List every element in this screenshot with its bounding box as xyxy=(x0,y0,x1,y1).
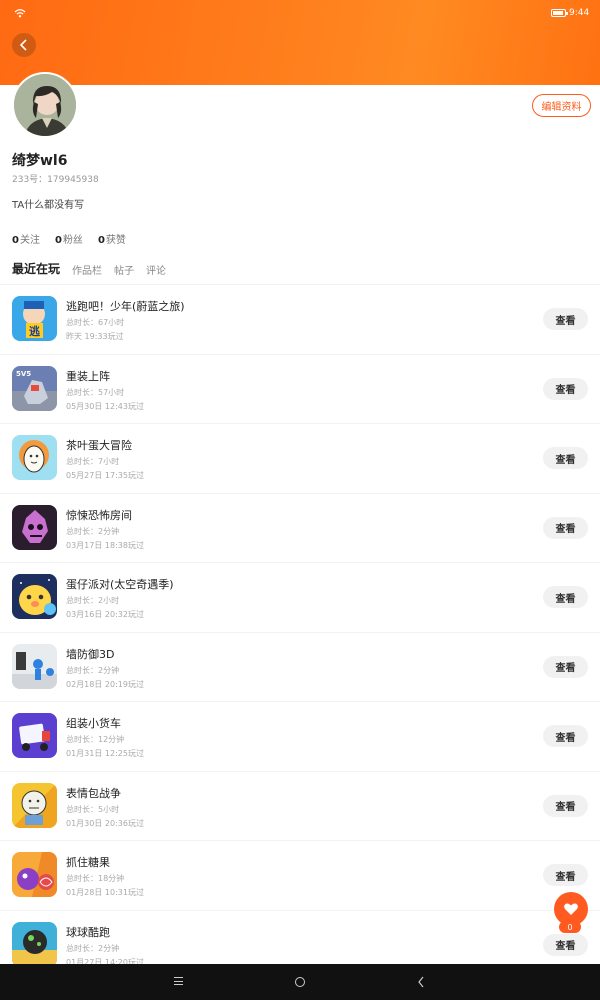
stat-followers[interactable]: 0粉丝 xyxy=(55,231,83,246)
meme-war-game-icon xyxy=(12,782,57,828)
view-button[interactable]: 查看 xyxy=(543,725,588,747)
game-duration: 总时长：2小时 xyxy=(66,596,120,605)
tab-recently-played[interactable]: 最近在玩 xyxy=(12,260,60,277)
view-button[interactable]: 查看 xyxy=(543,447,588,469)
heart-icon xyxy=(564,903,578,915)
game-row[interactable]: 组装小货车 总时长：12分钟 01月31日 12:25玩过 查看 xyxy=(0,702,600,772)
game-last-played: 昨天 19:33玩过 xyxy=(66,332,124,341)
game-duration: 总时长：5小时 xyxy=(66,804,120,814)
menu-icon[interactable] xyxy=(174,977,183,985)
game-duration: 总时长：12分钟 xyxy=(66,735,125,744)
party-game-icon xyxy=(12,574,57,619)
view-button[interactable]: 查看 xyxy=(543,516,588,539)
home-icon[interactable] xyxy=(295,977,305,987)
game-duration: 总时长：67小时 xyxy=(66,318,125,327)
game-duration: 总时长：2分钟 xyxy=(66,943,120,953)
chevron-left-icon xyxy=(19,39,27,51)
avatar-image xyxy=(14,74,76,136)
tab-posts[interactable]: 帖子 xyxy=(114,262,134,277)
game-last-played: 05月30日 12:43玩过 xyxy=(66,401,144,411)
game-title: 抓住糖果 xyxy=(66,856,110,869)
ball-run-game-icon xyxy=(12,921,57,967)
like-count: 0 xyxy=(559,921,581,933)
system-nav-bar xyxy=(0,964,600,1000)
game-row[interactable]: 茶叶蛋大冒险 总时长：7小时 05月27日 17:35玩过 查看 xyxy=(0,424,600,494)
edit-profile-button[interactable]: 编辑资料 xyxy=(532,94,591,117)
stat-likes[interactable]: 0获赞 xyxy=(98,231,126,246)
game-last-played: 01月30日 20:36玩过 xyxy=(66,818,144,828)
game-title: 茶叶蛋大冒险 xyxy=(66,439,132,452)
game-title: 表情包战争 xyxy=(66,786,121,800)
horror-game-icon xyxy=(12,504,57,550)
profile-tabs: 最近在玩 作品栏 帖子 评论 xyxy=(12,260,178,277)
game-duration: 总时长：57小时 xyxy=(66,387,125,397)
game-last-played: 01月31日 12:25玩过 xyxy=(66,749,144,758)
view-button[interactable]: 查看 xyxy=(543,864,588,886)
view-button[interactable]: 查看 xyxy=(543,377,588,400)
game-title: 重装上阵 xyxy=(66,369,110,383)
game-title: 逃跑吧！少年(蔚蓝之旅) xyxy=(66,300,185,313)
tab-works[interactable]: 作品栏 xyxy=(72,262,102,277)
tab-comments[interactable]: 评论 xyxy=(146,262,166,277)
game-duration: 总时长：18分钟 xyxy=(66,874,125,883)
game-last-played: 02月18日 20:19玩过 xyxy=(66,679,144,689)
game-title: 蛋仔派对(太空奇遇季) xyxy=(66,578,174,591)
game-row[interactable]: 逃 逃跑吧！少年(蔚蓝之旅) 总时长：67小时 昨天 19:33玩过 查看 xyxy=(0,285,600,355)
game-last-played: 05月27日 17:35玩过 xyxy=(66,471,144,480)
back-icon[interactable] xyxy=(417,976,425,988)
candy-game-icon xyxy=(12,852,57,897)
view-button[interactable]: 查看 xyxy=(543,655,588,678)
game-list: 逃 逃跑吧！少年(蔚蓝之旅) 总时长：67小时 昨天 19:33玩过 查看 5V… xyxy=(0,285,600,980)
game-row[interactable]: 惊悚恐怖房间 总时长：2分钟 03月17日 18:38玩过 查看 xyxy=(0,494,600,563)
tab-indicator xyxy=(23,21,31,23)
game-title: 球球酷跑 xyxy=(66,925,110,939)
game-title: 惊悚恐怖房间 xyxy=(66,508,132,522)
user-id: 233号：179945938 xyxy=(12,175,99,185)
game-title: 墙防御3D xyxy=(66,647,115,661)
game-duration: 总时长：2分钟 xyxy=(66,665,120,675)
wall-defense-game-icon xyxy=(12,643,57,689)
status-bar: 9:44 xyxy=(0,0,600,26)
escape-game-icon: 逃 xyxy=(12,296,57,341)
view-button[interactable]: 查看 xyxy=(543,308,588,330)
mech-game-icon: 5V5 xyxy=(12,365,57,411)
game-row[interactable]: 抓住糖果 总时长：18分钟 01月28日 10:31玩过 查看 xyxy=(0,841,600,911)
game-row[interactable]: 蛋仔派对(太空奇遇季) 总时长：2小时 03月16日 20:32玩过 查看 xyxy=(0,563,600,633)
game-row[interactable]: 5V5 重装上阵 总时长：57小时 05月30日 12:43玩过 查看 xyxy=(0,355,600,424)
game-last-played: 03月16日 20:32玩过 xyxy=(66,610,144,619)
game-row[interactable]: 表情包战争 总时长：5小时 01月30日 20:36玩过 查看 xyxy=(0,772,600,841)
truck-game-icon xyxy=(12,713,57,758)
avatar[interactable] xyxy=(12,72,78,138)
egg-game-icon xyxy=(12,435,57,480)
svg-text:5V5: 5V5 xyxy=(16,370,31,378)
bio: TA什么都没有写 xyxy=(12,200,85,211)
game-last-played: 03月17日 18:38玩过 xyxy=(66,540,144,550)
wifi-icon xyxy=(14,9,26,18)
game-last-played: 01月28日 10:31玩过 xyxy=(66,888,144,897)
view-button[interactable]: 查看 xyxy=(543,586,588,608)
game-row[interactable]: 墙防御3D 总时长：2分钟 02月18日 20:19玩过 查看 xyxy=(0,633,600,702)
svg-text:逃: 逃 xyxy=(29,324,41,338)
status-time: 9:44 xyxy=(569,8,590,18)
view-button[interactable]: 查看 xyxy=(543,794,588,817)
stats: 0关注 0粉丝 0获赞 xyxy=(12,231,141,246)
game-duration: 总时长：7小时 xyxy=(66,457,120,466)
username: 绮梦wl6 xyxy=(12,153,68,169)
profile-header: 9:44 xyxy=(0,0,600,85)
game-duration: 总时长：2分钟 xyxy=(66,526,120,536)
battery-icon xyxy=(551,9,568,17)
stat-following[interactable]: 0关注 xyxy=(12,231,40,246)
game-title: 组装小货车 xyxy=(66,717,121,730)
view-button[interactable]: 查看 xyxy=(543,933,588,956)
back-button[interactable] xyxy=(12,33,36,57)
